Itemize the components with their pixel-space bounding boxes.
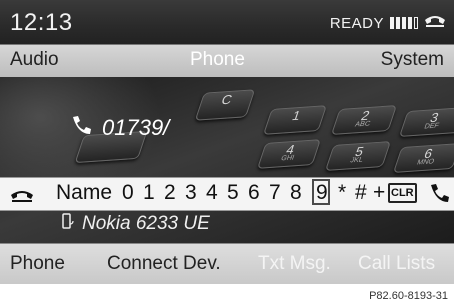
- call-icon: [70, 115, 92, 141]
- name-key[interactable]: Name: [56, 181, 112, 205]
- digit-2[interactable]: 2: [164, 181, 176, 205]
- bottom-text-messages: Txt Msg.: [258, 253, 331, 274]
- handset-icon: [424, 14, 446, 33]
- main-function-bar: Audio Phone System: [0, 44, 454, 78]
- menu-system[interactable]: System: [381, 49, 444, 71]
- clock: 12:13: [10, 9, 73, 36]
- character-bar: Name 0 1 2 3 4 5 6 7 8 9 * # + CLR: [0, 177, 454, 211]
- mobile-phone-icon: [60, 212, 74, 236]
- device-name: Nokia 6233 UE: [82, 213, 210, 234]
- dialed-number-display: 01739/: [70, 115, 169, 141]
- figure-caption: P82.60-8193-31: [369, 290, 448, 302]
- symbol-plus[interactable]: +: [373, 181, 385, 205]
- keypad-key-2: 2 ABC: [330, 105, 398, 135]
- keypad-key-3: 3 DEF: [398, 107, 454, 137]
- digit-3[interactable]: 3: [185, 181, 197, 205]
- digit-7[interactable]: 7: [269, 181, 281, 205]
- digit-9-selected[interactable]: 9: [316, 181, 328, 205]
- comand-display: 12:13 READY Audio Phone System C 1 2 ABC …: [0, 0, 454, 284]
- symbol-hash[interactable]: #: [355, 181, 367, 205]
- keypad-key-4: 4 GHI: [256, 139, 322, 169]
- bottom-menu-bar: Phone Connect Dev. Txt Msg. Call Lists: [0, 243, 454, 284]
- dial-icon[interactable]: [428, 183, 450, 209]
- keypad-key-6: 6 MNO: [392, 143, 454, 173]
- keypad-key-1: 1: [262, 105, 328, 135]
- digit-4[interactable]: 4: [206, 181, 218, 205]
- status-right: READY: [330, 14, 446, 32]
- bottom-connect-device[interactable]: Connect Dev.: [107, 253, 221, 275]
- keypad-key-5: 5 JKL: [324, 141, 392, 171]
- phone-status-text: READY: [329, 14, 384, 32]
- menu-audio[interactable]: Audio: [10, 49, 59, 71]
- digit-0[interactable]: 0: [122, 181, 134, 205]
- status-bar: 12:13 READY: [0, 0, 454, 44]
- signal-strength-icon: [390, 17, 418, 29]
- symbol-star[interactable]: *: [338, 181, 346, 205]
- digit-5[interactable]: 5: [227, 181, 239, 205]
- clear-button[interactable]: CLR: [388, 183, 417, 203]
- bottom-phone[interactable]: Phone: [10, 253, 65, 275]
- dialed-number: 01739/: [102, 115, 170, 140]
- digit-1[interactable]: 1: [143, 181, 155, 205]
- digit-8[interactable]: 8: [290, 181, 302, 205]
- bottom-call-lists: Call Lists: [358, 253, 436, 274]
- connected-device: Nokia 6233 UE: [60, 212, 210, 236]
- menu-phone[interactable]: Phone: [190, 49, 245, 71]
- digit-6[interactable]: 6: [248, 181, 260, 205]
- keypad-key-c: C: [194, 89, 256, 121]
- hang-up-icon[interactable]: [10, 185, 34, 209]
